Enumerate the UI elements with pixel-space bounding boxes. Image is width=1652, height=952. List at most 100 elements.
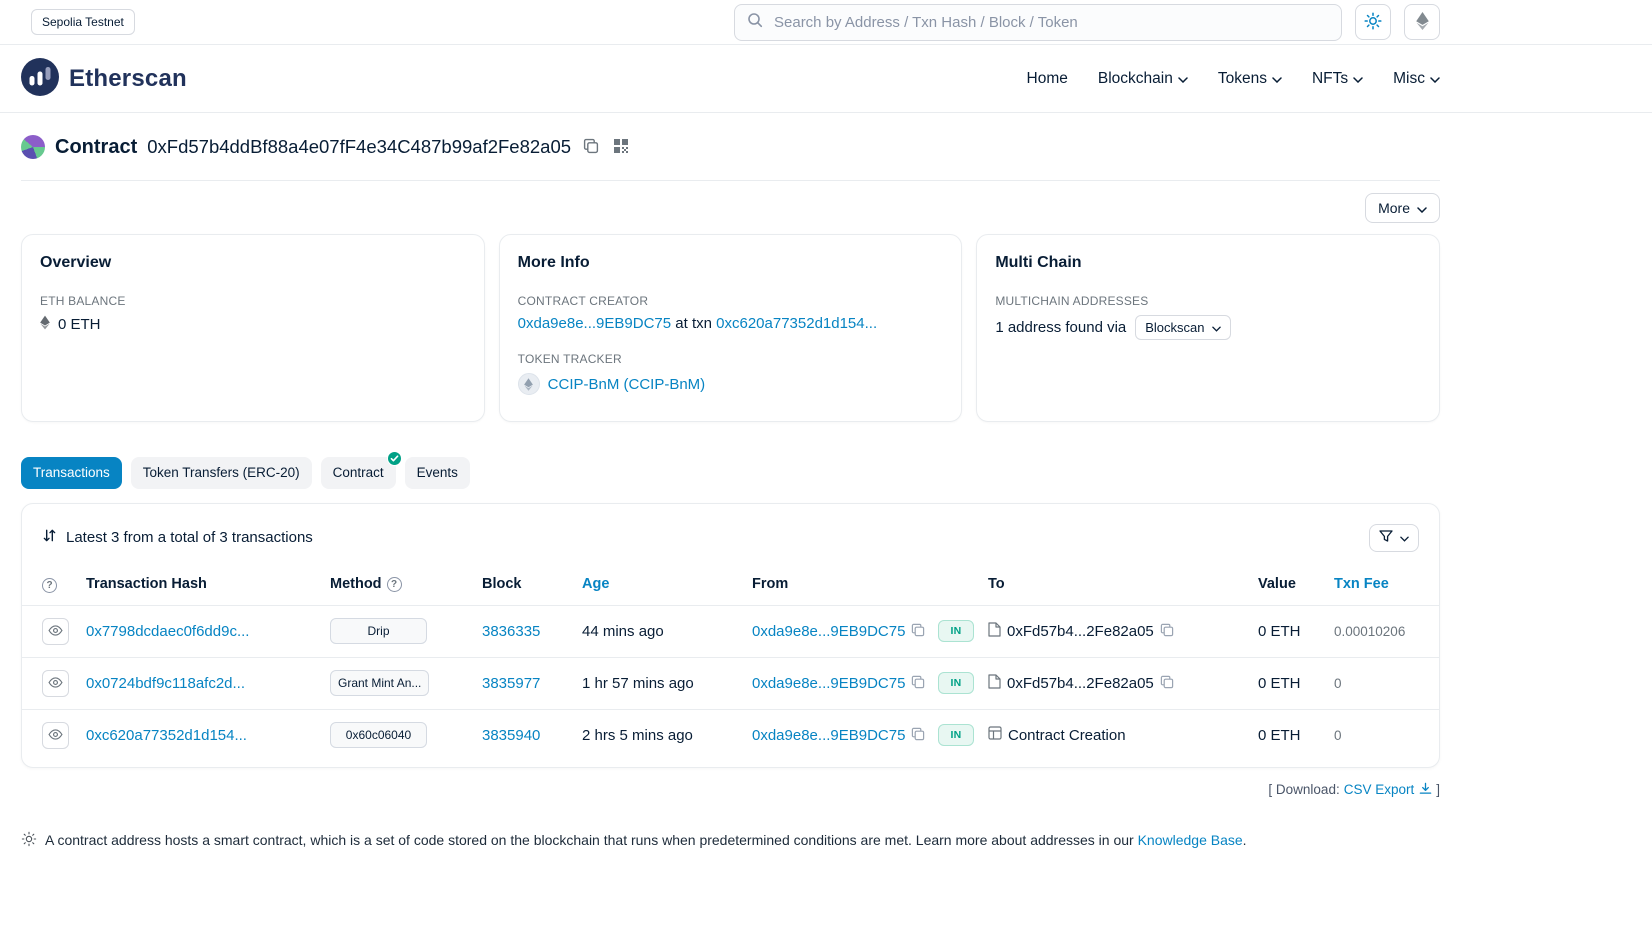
from-address-link[interactable]: 0xda9e8e...9EB9DC75 <box>752 675 905 692</box>
brand-name: Etherscan <box>69 65 187 93</box>
tab-events[interactable]: Events <box>405 457 470 489</box>
block-link[interactable]: 3836335 <box>482 623 540 640</box>
knowledge-base-link[interactable]: Knowledge Base <box>1138 832 1243 848</box>
age-text: 1 hr 57 mins ago <box>582 675 694 692</box>
tab-contract[interactable]: Contract <box>321 457 396 489</box>
contract-creation-icon <box>988 726 1002 744</box>
multichain-found-text: 1 address found via <box>995 319 1126 336</box>
txn-hash-link[interactable]: 0xc620a77352d1d154... <box>86 727 247 744</box>
copy-icon <box>911 675 925 692</box>
eth-diamond-icon <box>40 315 50 334</box>
nav-tokens[interactable]: Tokens <box>1218 70 1282 88</box>
col-header-to: To <box>980 568 1250 606</box>
copy-from-button[interactable] <box>911 675 925 692</box>
copy-icon <box>583 138 599 157</box>
transactions-panel: Latest 3 from a total of 3 transactions … <box>21 503 1440 768</box>
to-address-text: 0xFd57b4...2Fe82a05 <box>1007 623 1154 640</box>
creator-address-link[interactable]: 0xda9e8e...9EB9DC75 <box>518 315 671 332</box>
txn-fee-text: 0 <box>1334 676 1342 691</box>
col-header-age-toggle[interactable]: Age <box>582 576 609 592</box>
eth-balance-value: 0 ETH <box>58 316 101 333</box>
more-info-card: More Info CONTRACT CREATOR 0xda9e8e...9E… <box>499 234 963 422</box>
method-badge: Grant Mint An... <box>330 670 429 696</box>
value-text: 0 ETH <box>1258 727 1301 744</box>
from-address-link[interactable]: 0xda9e8e...9EB9DC75 <box>752 727 905 744</box>
col-header-block: Block <box>474 568 574 606</box>
method-badge: 0x60c06040 <box>330 722 427 748</box>
etherscan-logo-icon <box>21 58 59 100</box>
multichain-provider-dropdown[interactable]: Blockscan <box>1135 315 1230 340</box>
copy-icon <box>1160 675 1174 692</box>
txn-hash-link[interactable]: 0x0724bdf9c118afc2d... <box>86 675 245 692</box>
etherscan-logo[interactable]: Etherscan <box>21 58 187 100</box>
contract-info-note: A contract address hosts a smart contrac… <box>21 830 1440 852</box>
txn-hash-link[interactable]: 0x7798dcdaec0f6dd9c... <box>86 623 249 640</box>
transactions-table: ? Transaction Hash Method ? Block Age Fr… <box>22 568 1439 761</box>
contract-file-icon <box>988 674 1001 693</box>
copy-address-button[interactable] <box>581 136 601 159</box>
overview-card-title: Overview <box>40 254 466 272</box>
col-header-fee-toggle[interactable]: Txn Fee <box>1334 576 1389 592</box>
chevron-down-icon <box>1178 77 1188 83</box>
tip-icon <box>21 831 37 852</box>
contract-file-icon <box>988 622 1001 641</box>
token-tracker-link[interactable]: CCIP-BnM (CCIP-BnM) <box>548 376 706 393</box>
search-input[interactable] <box>772 13 1329 32</box>
download-suffix: ] <box>1436 782 1440 797</box>
eye-icon <box>48 728 63 743</box>
sun-icon <box>1364 12 1382 33</box>
age-text: 44 mins ago <box>582 623 664 640</box>
tab-transactions[interactable]: Transactions <box>21 457 122 489</box>
creation-txn-link[interactable]: 0xc620a77352d1d154... <box>716 315 877 332</box>
page-title: Contract 0xFd57b4ddBf88a4e07fF4e34C487b9… <box>21 135 1440 159</box>
nav-home[interactable]: Home <box>1027 70 1068 88</box>
search-bar[interactable] <box>734 4 1342 41</box>
copy-from-button[interactable] <box>911 623 925 640</box>
help-icon: ? <box>387 577 402 592</box>
token-tracker-label: TOKEN TRACKER <box>518 352 944 366</box>
copy-to-button[interactable] <box>1160 623 1174 640</box>
copy-to-button[interactable] <box>1160 675 1174 692</box>
qr-code-button[interactable] <box>611 136 631 159</box>
csv-export-link[interactable]: CSV Export <box>1344 782 1433 798</box>
theme-toggle-button[interactable] <box>1355 4 1391 40</box>
nav-misc[interactable]: Misc <box>1393 70 1440 88</box>
block-link[interactable]: 3835977 <box>482 675 540 692</box>
copy-from-button[interactable] <box>911 727 925 744</box>
transaction-row: 0x0724bdf9c118afc2d... Grant Mint An... … <box>22 657 1439 709</box>
tab-token-transfers[interactable]: Token Transfers (ERC-20) <box>131 457 312 489</box>
txn-fee-text: 0 <box>1334 728 1342 743</box>
block-link[interactable]: 3835940 <box>482 727 540 744</box>
more-button[interactable]: More <box>1365 193 1440 223</box>
tx-preview-button[interactable] <box>42 618 69 645</box>
eye-icon <box>48 624 63 639</box>
chevron-down-icon <box>1212 320 1221 335</box>
method-badge: Drip <box>330 618 427 644</box>
to-address-text: 0xFd57b4...2Fe82a05 <box>1007 675 1154 692</box>
nav-blockchain[interactable]: Blockchain <box>1098 70 1188 88</box>
main-nav: Home Blockchain Tokens NFTs Misc <box>1027 70 1440 88</box>
nav-nfts[interactable]: NFTs <box>1312 70 1363 88</box>
network-menu-button[interactable] <box>1404 4 1440 40</box>
direction-badge: IN <box>938 724 974 746</box>
contract-creation-text: Contract Creation <box>1008 727 1126 744</box>
tx-preview-button[interactable] <box>42 670 69 697</box>
search-icon <box>747 12 763 32</box>
note-suffix: . <box>1243 832 1247 848</box>
chevron-down-icon <box>1272 77 1282 83</box>
contract-address: 0xFd57b4ddBf88a4e07fF4e34C487b99af2Fe82a… <box>147 136 571 158</box>
tx-preview-button[interactable] <box>42 722 69 749</box>
creator-separator: at txn <box>675 315 712 332</box>
main-content: Contract 0xFd57b4ddBf88a4e07fF4e34C487b9… <box>21 113 1440 912</box>
ethereum-icon <box>1416 12 1429 33</box>
tab-bar: Transactions Token Transfers (ERC-20) Co… <box>21 457 1440 489</box>
from-address-link[interactable]: 0xda9e8e...9EB9DC75 <box>752 623 905 640</box>
filter-button[interactable] <box>1369 524 1419 552</box>
txn-fee-text: 0.00010206 <box>1334 624 1405 639</box>
value-text: 0 ETH <box>1258 623 1301 640</box>
network-badge[interactable]: Sepolia Testnet <box>31 9 135 35</box>
chevron-down-icon <box>1417 200 1427 216</box>
chevron-down-icon <box>1430 77 1440 83</box>
download-prefix: [ Download: <box>1268 782 1339 797</box>
copy-icon <box>1160 623 1174 640</box>
